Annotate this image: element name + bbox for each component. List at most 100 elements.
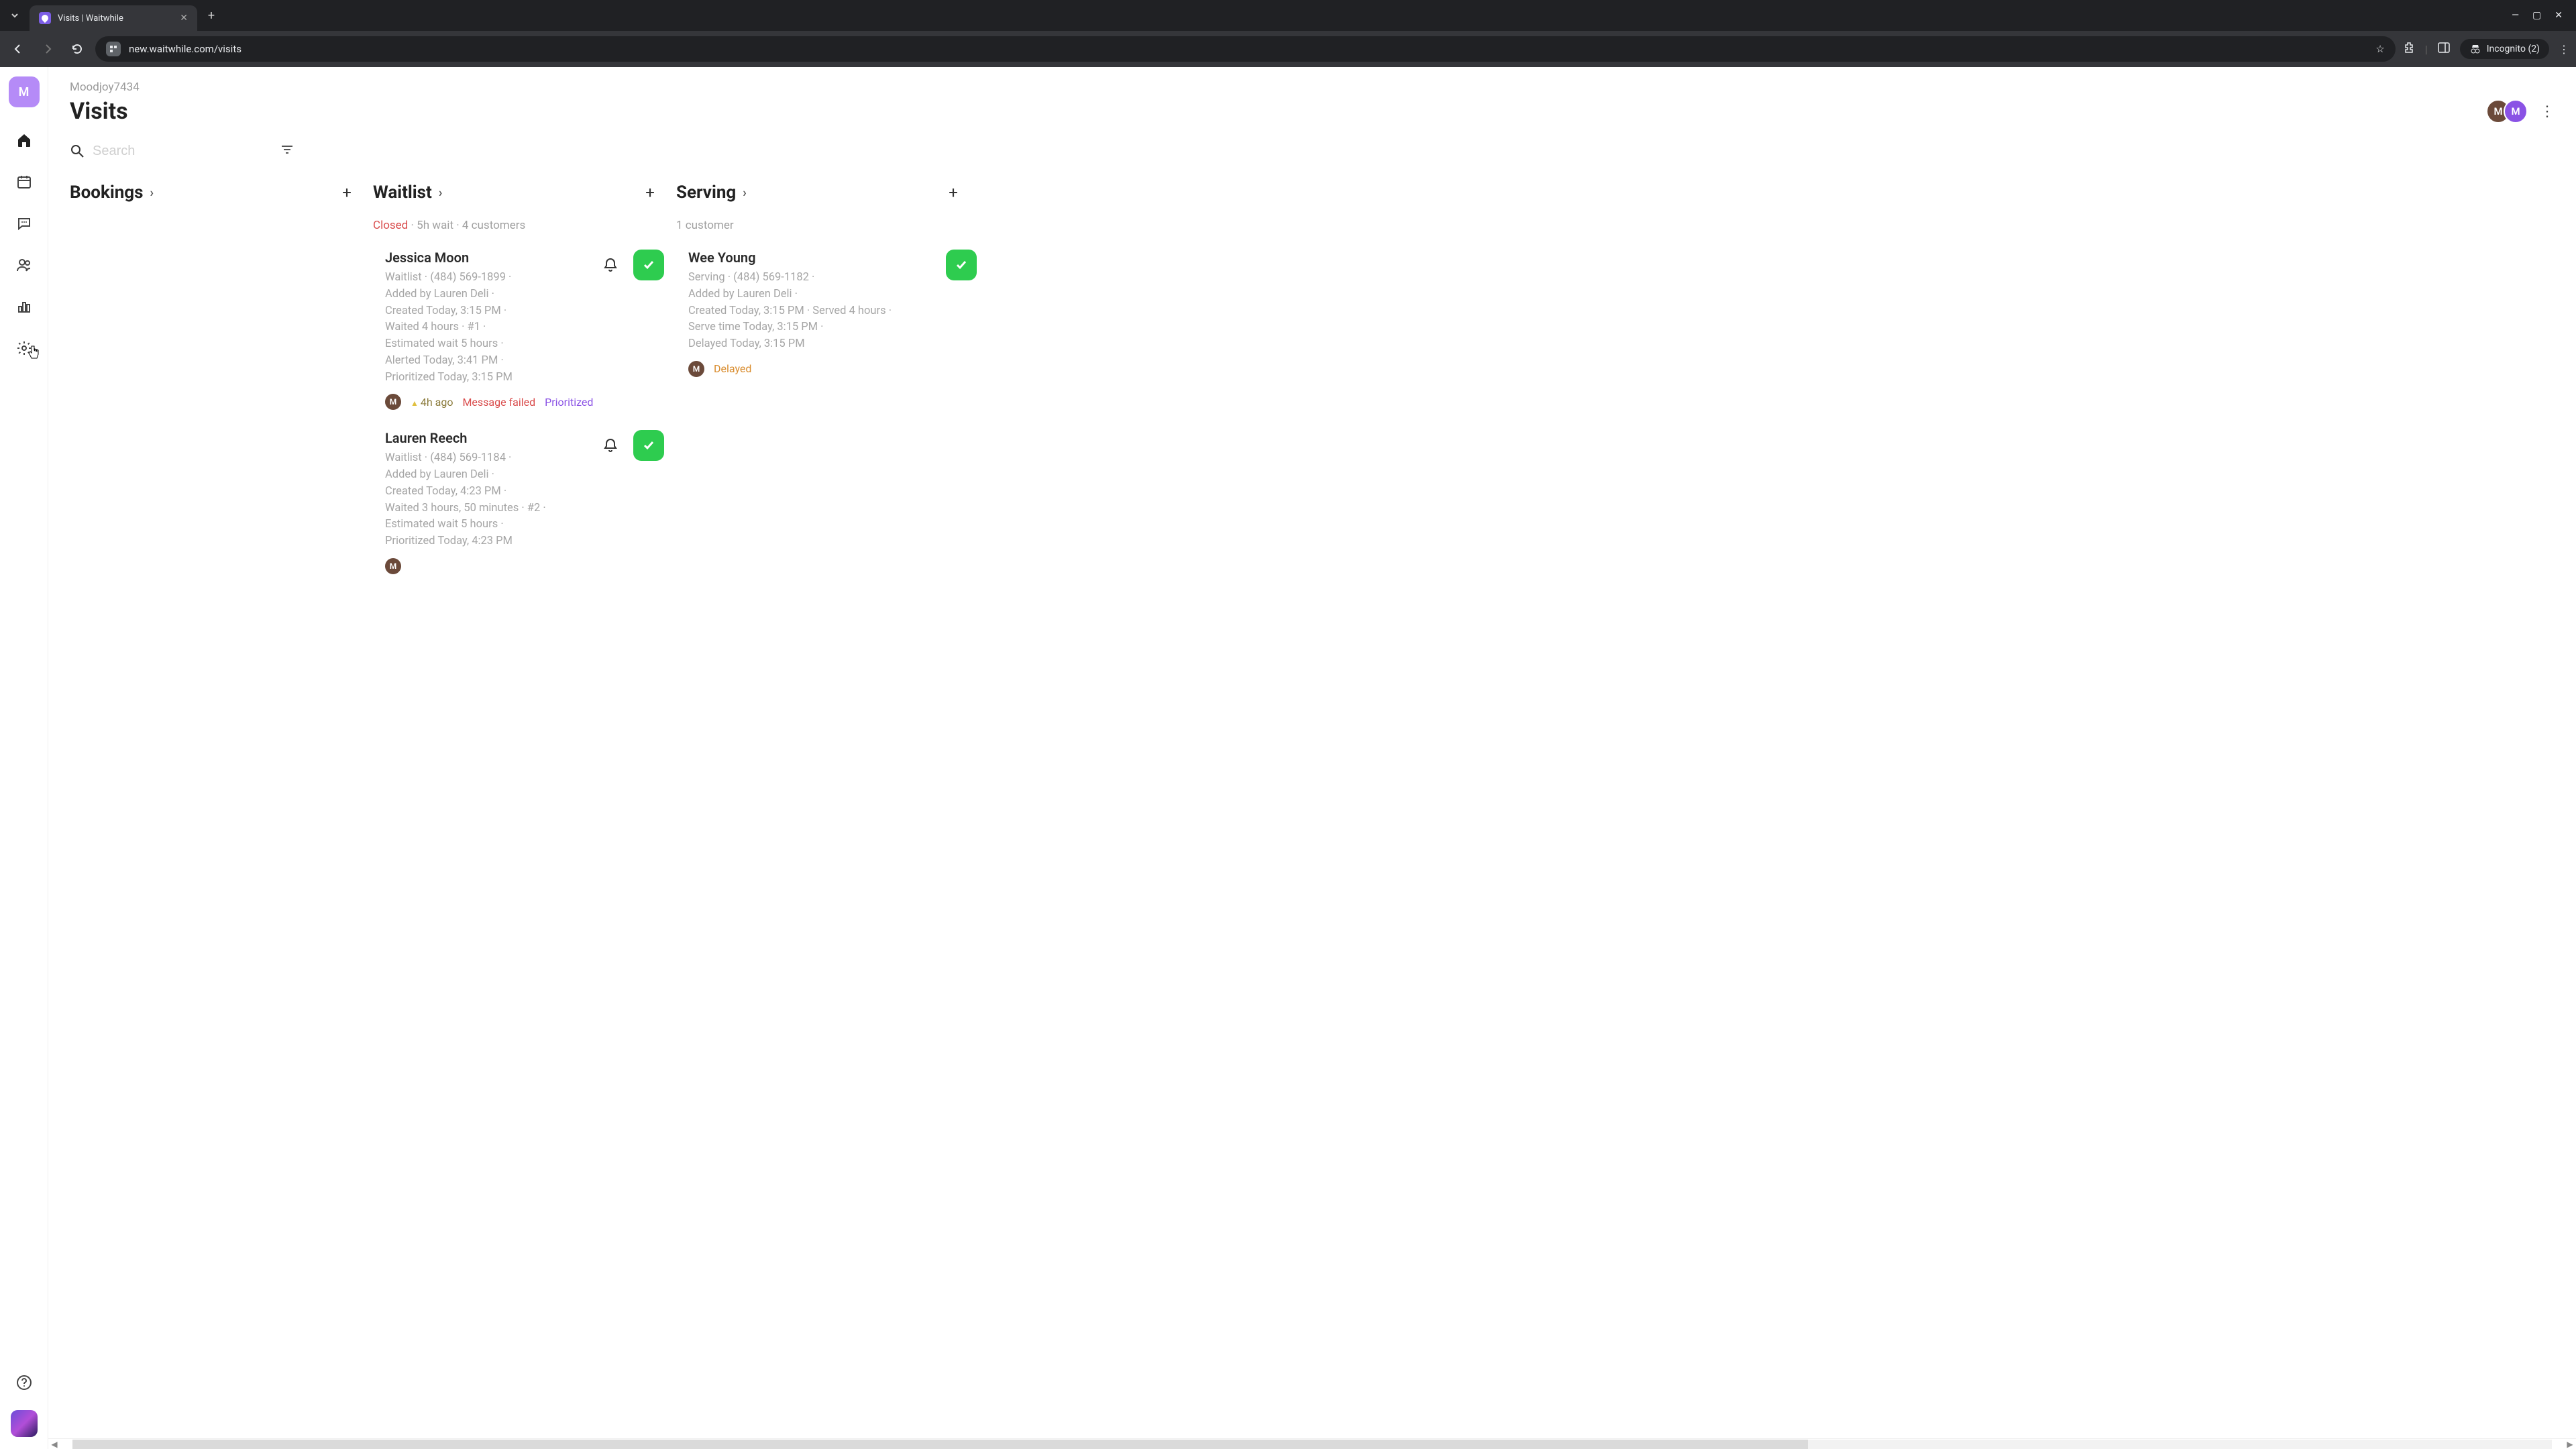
tab-search-dropdown[interactable] bbox=[0, 1, 30, 30]
serving-status: 1 customer bbox=[676, 219, 977, 232]
card-badges: M 4h ago Message failed Prioritized bbox=[385, 394, 664, 410]
presence-avatar-2[interactable]: M bbox=[2504, 99, 2528, 123]
scroll-track[interactable] bbox=[72, 1440, 2552, 1449]
search-bar bbox=[70, 142, 284, 160]
breadcrumb[interactable]: Moodjoy7434 bbox=[70, 80, 2555, 94]
nav-customers-icon[interactable] bbox=[15, 256, 33, 274]
nav-analytics-icon[interactable] bbox=[15, 298, 33, 315]
tab-close-button[interactable]: ✕ bbox=[180, 13, 188, 23]
check-icon bbox=[954, 258, 969, 272]
forward-button[interactable] bbox=[36, 38, 59, 60]
incognito-label: Incognito (2) bbox=[2487, 44, 2540, 54]
main-content: Moodjoy7434 Visits M M ⋮ Bo bbox=[48, 67, 2576, 1449]
bell-icon bbox=[602, 437, 619, 453]
page-menu-button[interactable]: ⋮ bbox=[2540, 103, 2555, 120]
chevron-right-icon: › bbox=[743, 186, 746, 200]
side-panel-icon[interactable] bbox=[2437, 41, 2451, 57]
extensions-icon[interactable] bbox=[2402, 41, 2416, 57]
filter-button[interactable] bbox=[280, 142, 294, 160]
chevron-right-icon: › bbox=[150, 186, 154, 200]
column-title-serving[interactable]: Serving › bbox=[676, 182, 747, 203]
org-badge-letter: M bbox=[19, 85, 30, 99]
chevron-right-icon: › bbox=[439, 186, 442, 200]
browser-tab-strip: Visits | Waitwhile ✕ + — ▢ ✕ bbox=[0, 0, 2576, 31]
visitor-meta: Serving · (484) 569-1182 · Added by Laur… bbox=[688, 270, 941, 353]
tab-title: Visits | Waitwhile bbox=[58, 13, 173, 23]
column-title-waitlist-label: Waitlist bbox=[373, 182, 432, 203]
user-avatar[interactable] bbox=[11, 1410, 38, 1437]
column-title-bookings-label: Bookings bbox=[70, 182, 144, 203]
presence-avatar-2-letter: M bbox=[2511, 105, 2520, 117]
waitlist-status-rest: · 5h wait · 4 customers bbox=[408, 219, 525, 232]
address-bar[interactable]: new.waitwhile.com/visits ☆ bbox=[95, 36, 2396, 62]
check-icon bbox=[641, 258, 656, 272]
waitlist-scroll[interactable]: Jessica Moon Waitlist · (484) 569-1899 ·… bbox=[373, 246, 674, 1449]
add-serving-button[interactable]: + bbox=[943, 182, 963, 203]
visitor-name: Jessica Moon bbox=[385, 250, 590, 266]
add-booking-button[interactable]: + bbox=[337, 182, 357, 203]
browser-tab[interactable]: Visits | Waitwhile ✕ bbox=[30, 5, 197, 31]
visitor-meta: Waitlist · (484) 569-1899 · Added by Lau… bbox=[385, 270, 590, 386]
nav-calendar-icon[interactable] bbox=[15, 173, 33, 191]
back-button[interactable] bbox=[7, 38, 30, 60]
notify-button[interactable] bbox=[596, 250, 625, 280]
visit-card[interactable]: Lauren Reech Waitlist · (484) 569-1184 ·… bbox=[373, 426, 664, 590]
reload-button[interactable] bbox=[66, 38, 89, 60]
serve-button[interactable] bbox=[633, 430, 664, 461]
column-title-waitlist[interactable]: Waitlist › bbox=[373, 182, 442, 203]
new-tab-button[interactable]: + bbox=[201, 5, 221, 25]
nav-help-icon[interactable] bbox=[15, 1374, 33, 1391]
page-title: Visits bbox=[70, 98, 128, 125]
add-waitlist-button[interactable]: + bbox=[640, 182, 660, 203]
favicon-icon bbox=[39, 12, 51, 24]
message-failed-badge: Message failed bbox=[462, 396, 535, 409]
scroll-left-arrow[interactable]: ◀ bbox=[48, 1440, 60, 1449]
delayed-badge: Delayed bbox=[714, 362, 751, 375]
card-badges: M bbox=[385, 558, 664, 574]
notify-button[interactable] bbox=[596, 431, 625, 460]
nav-home-icon[interactable] bbox=[15, 131, 33, 149]
author-avatar: M bbox=[688, 361, 704, 377]
column-title-bookings[interactable]: Bookings › bbox=[70, 182, 154, 203]
search-input[interactable] bbox=[93, 144, 270, 159]
org-badge[interactable]: M bbox=[9, 76, 40, 107]
board-columns: Bookings › + Waitlist › + Closed · 5h wa… bbox=[70, 182, 2555, 1449]
search-icon bbox=[70, 144, 85, 158]
complete-button[interactable] bbox=[946, 250, 977, 280]
visitor-name: Lauren Reech bbox=[385, 430, 590, 446]
column-serving: Serving › + 1 customer Wee Young Serving… bbox=[676, 182, 979, 1449]
prioritized-badge: Prioritized bbox=[545, 396, 593, 409]
close-window-button[interactable]: ✕ bbox=[2555, 10, 2563, 21]
maximize-button[interactable]: ▢ bbox=[2532, 10, 2541, 21]
browser-toolbar: new.waitwhile.com/visits ☆ | Incognito (… bbox=[0, 31, 2576, 67]
visit-card[interactable]: Wee Young Serving · (484) 569-1182 · Add… bbox=[676, 246, 977, 393]
column-bookings: Bookings › + bbox=[70, 182, 373, 1449]
incognito-icon bbox=[2469, 43, 2481, 55]
presence-avatar-1-letter: M bbox=[2493, 105, 2502, 117]
site-settings-icon[interactable] bbox=[106, 42, 121, 56]
scroll-thumb[interactable] bbox=[72, 1440, 1808, 1449]
visitor-name: Wee Young bbox=[688, 250, 941, 266]
nav-settings-icon[interactable] bbox=[15, 339, 33, 357]
serve-button[interactable] bbox=[633, 250, 664, 280]
author-avatar: M bbox=[385, 394, 401, 410]
chrome-menu-button[interactable]: ⋮ bbox=[2559, 43, 2569, 56]
app-root: M Moodjoy7434 Visit bbox=[0, 67, 2576, 1449]
incognito-indicator[interactable]: Incognito (2) bbox=[2460, 39, 2549, 59]
window-controls: — ▢ ✕ bbox=[2512, 10, 2576, 21]
search-field[interactable] bbox=[70, 144, 270, 159]
horizontal-scrollbar[interactable]: ◀ ▶ bbox=[48, 1438, 2576, 1449]
minimize-button[interactable]: — bbox=[2512, 10, 2519, 21]
nav-messages-icon[interactable] bbox=[15, 215, 33, 232]
card-badges: M Delayed bbox=[688, 361, 977, 377]
waitlist-status: Closed · 5h wait · 4 customers bbox=[373, 219, 674, 232]
visit-card[interactable]: Jessica Moon Waitlist · (484) 569-1899 ·… bbox=[373, 246, 664, 426]
bell-icon bbox=[602, 257, 619, 273]
alert-age-badge: 4h ago bbox=[411, 396, 453, 409]
url-text: new.waitwhile.com/visits bbox=[129, 43, 241, 55]
sidebar: M bbox=[0, 67, 48, 1449]
column-waitlist: Waitlist › + Closed · 5h wait · 4 custom… bbox=[373, 182, 676, 1449]
author-avatar: M bbox=[385, 558, 401, 574]
bookmark-star-icon[interactable]: ☆ bbox=[2375, 43, 2384, 55]
scroll-right-arrow[interactable]: ▶ bbox=[2564, 1440, 2576, 1449]
